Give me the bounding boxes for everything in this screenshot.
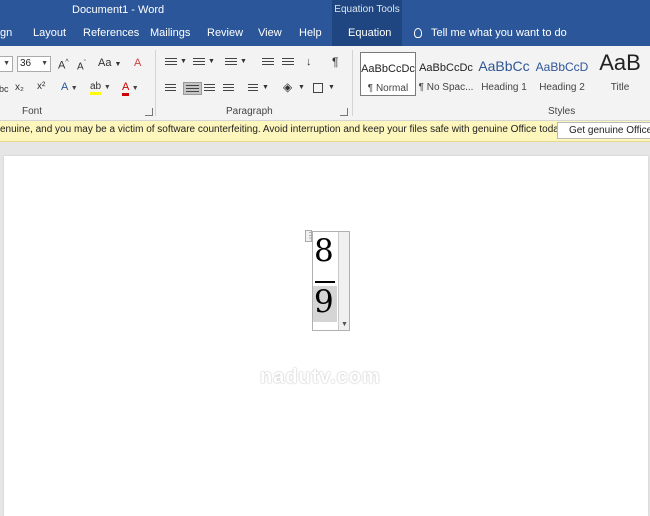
align-left-icon[interactable] xyxy=(165,84,176,93)
title-bar: Equation Tools Document1 - Word gn Layou… xyxy=(0,0,650,46)
document-page[interactable] xyxy=(4,156,648,516)
genuine-office-warning: enuine, and you may be a victim of softw… xyxy=(0,124,566,135)
tab-references[interactable]: References xyxy=(83,27,139,39)
grow-font-button[interactable]: A^ xyxy=(58,56,69,73)
tell-me-text: Tell me what you want to do xyxy=(431,27,567,39)
highlight-button[interactable]: ab ▼ xyxy=(90,80,111,95)
decrease-indent-icon[interactable] xyxy=(262,58,274,67)
tab-equation[interactable]: Equation xyxy=(348,27,391,39)
window-title: Document1 - Word xyxy=(72,4,165,16)
tab-design[interactable]: gn xyxy=(0,27,12,39)
chevron-down-icon: ▼ xyxy=(41,60,48,67)
chevron-down-icon[interactable]: ▼ xyxy=(262,81,269,95)
style-heading-2[interactable]: AaBbCcD Heading 2 xyxy=(534,52,590,96)
chevron-down-icon[interactable]: ▼ xyxy=(208,55,215,69)
chevron-down-icon[interactable]: ▼ xyxy=(240,55,247,69)
line-spacing-icon[interactable] xyxy=(248,84,258,93)
styles-gallery: AaBbCcDc ¶ Normal AaBbCcDc ¶ No Spac... … xyxy=(360,50,650,96)
chevron-down-icon[interactable]: ▼ xyxy=(298,81,305,95)
show-formatting-marks-icon[interactable]: ¶ xyxy=(332,55,338,69)
tab-help[interactable]: Help xyxy=(299,27,322,39)
style-heading-1[interactable]: AaBbCc Heading 1 xyxy=(476,52,532,96)
get-genuine-office-button[interactable]: Get genuine Office xyxy=(557,122,650,139)
font-color-button[interactable]: A ▼ xyxy=(122,80,139,96)
equation-handle-icon[interactable]: ⋮ xyxy=(305,230,314,242)
chevron-down-icon[interactable]: ▼ xyxy=(180,55,187,69)
subscript-button[interactable]: x₂ xyxy=(15,81,24,95)
align-right-icon[interactable] xyxy=(204,84,215,93)
equation-tools-label: Equation Tools xyxy=(334,4,400,15)
sort-icon[interactable]: ↓ xyxy=(306,55,312,69)
font-size-combo[interactable]: 36 ▼ xyxy=(17,56,51,72)
justify-icon[interactable] xyxy=(223,84,234,93)
paragraph-group-label: Paragraph xyxy=(226,106,273,117)
strikethrough-button[interactable]: abc xyxy=(0,82,9,96)
style-no-spacing[interactable]: AaBbCcDc ¶ No Spac... xyxy=(418,52,474,96)
style-title[interactable]: AaB Title xyxy=(592,50,648,96)
styles-group-label: Styles xyxy=(548,106,576,117)
shading-icon[interactable]: ◈ xyxy=(283,80,292,94)
lightbulb-icon xyxy=(414,28,422,38)
shrink-font-button[interactable]: Aˇ xyxy=(77,57,86,74)
equation-options-bar: ▼ xyxy=(338,232,349,330)
tab-mailings[interactable]: Mailings xyxy=(150,27,190,39)
align-center-icon[interactable] xyxy=(183,82,202,95)
equation-options-dropdown-icon[interactable]: ▼ xyxy=(341,321,348,328)
numbering-icon[interactable] xyxy=(193,58,205,67)
ribbon: ▼ 36 ▼ A^ Aˇ Aa ▼ A abc x₂ x² A ▼ ab ▼ A … xyxy=(0,46,650,121)
bullets-icon[interactable] xyxy=(165,58,177,67)
clear-formatting-button[interactable]: A xyxy=(134,56,141,70)
divider xyxy=(352,50,353,116)
tab-review[interactable]: Review xyxy=(207,27,243,39)
equation-tools-context-header: Equation Tools xyxy=(332,0,402,46)
fraction-bar xyxy=(315,281,335,283)
style-normal[interactable]: AaBbCcDc ¶ Normal xyxy=(360,52,416,96)
tab-layout[interactable]: Layout xyxy=(33,27,66,39)
equation-denominator[interactable]: 9 xyxy=(314,284,334,320)
paragraph-dialog-launcher-icon[interactable] xyxy=(340,108,348,116)
chevron-down-icon: ▼ xyxy=(3,60,10,67)
text-effects-button[interactable]: A ▼ xyxy=(61,80,78,96)
tab-view[interactable]: View xyxy=(258,27,282,39)
chevron-down-icon[interactable]: ▼ xyxy=(328,81,335,95)
equation-numerator[interactable]: 8 xyxy=(314,234,334,268)
divider xyxy=(155,50,156,116)
message-bar: enuine, and you may be a victim of softw… xyxy=(0,121,650,142)
font-name-combo[interactable]: ▼ xyxy=(0,56,13,72)
increase-indent-icon[interactable] xyxy=(282,58,294,67)
multilevel-list-icon[interactable] xyxy=(225,58,237,67)
superscript-button[interactable]: x² xyxy=(37,80,45,94)
font-dialog-launcher-icon[interactable] xyxy=(145,108,153,116)
font-group-label: Font xyxy=(22,106,43,117)
borders-icon[interactable] xyxy=(313,83,323,93)
watermark: nadutv.com xyxy=(260,366,381,388)
font-size-value: 36 xyxy=(20,58,32,69)
tell-me-search[interactable]: Tell me what you want to do xyxy=(414,27,567,39)
change-case-button[interactable]: Aa ▼ xyxy=(98,56,121,72)
